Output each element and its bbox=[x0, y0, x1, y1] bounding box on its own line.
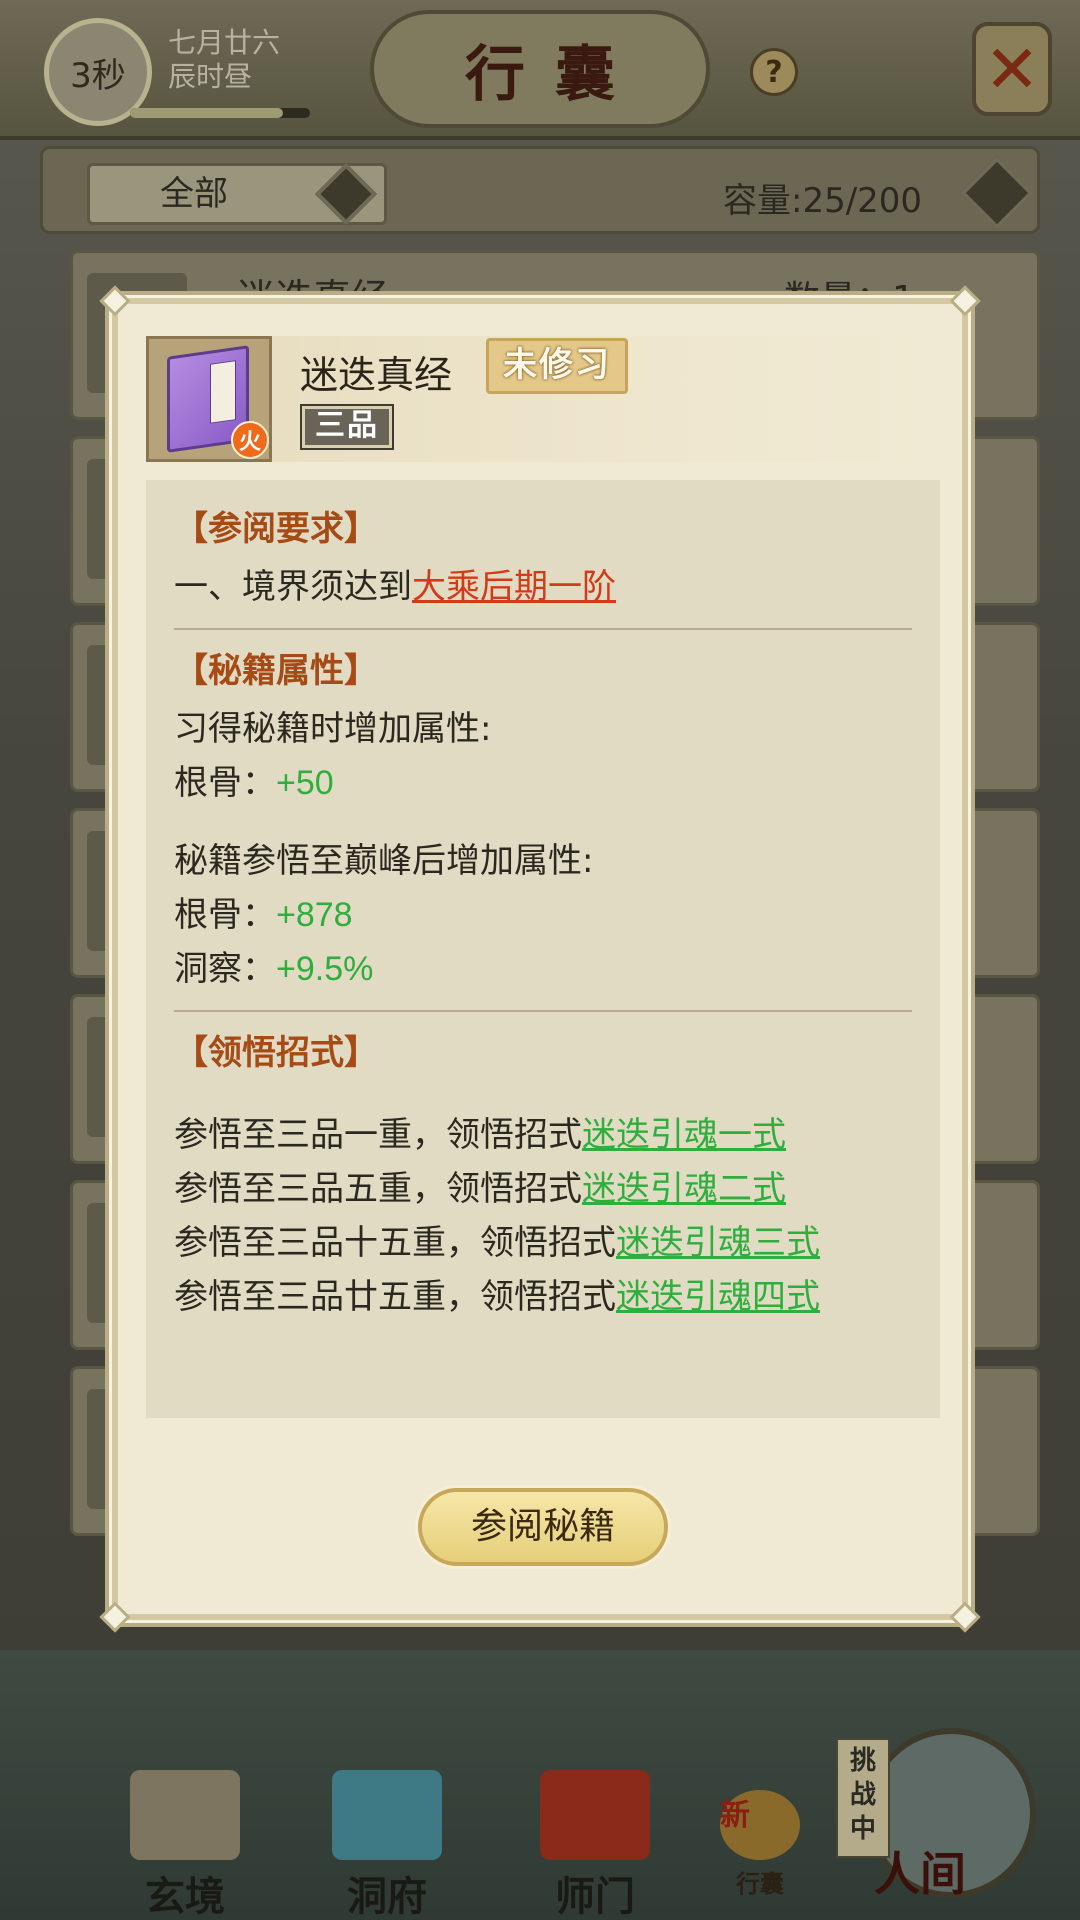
attributes-title: 【秘籍属性】 bbox=[174, 651, 378, 691]
category-filter-value: 全部 bbox=[160, 174, 228, 214]
dropdown-diamond-icon bbox=[314, 162, 378, 226]
move-row: 参悟至三品五重，领悟招式迷迭引魂二式 bbox=[174, 1162, 912, 1216]
peak-attr-label: 秘籍参悟至巅峰后增加属性: bbox=[174, 841, 594, 881]
renjian-label: 人间 bbox=[874, 1847, 966, 1901]
close-icon[interactable]: ✕ bbox=[972, 22, 1052, 116]
attr-name: 洞察： bbox=[174, 949, 276, 989]
book-name: 迷迭真经 bbox=[300, 353, 453, 397]
banner-icon bbox=[540, 1770, 650, 1860]
move-link[interactable]: 迷迭引魂四式 bbox=[616, 1277, 820, 1317]
book-icon: 火 bbox=[146, 336, 272, 462]
time-progress-bar bbox=[130, 108, 310, 118]
scroll-icon bbox=[130, 1770, 240, 1860]
move-link[interactable]: 迷迭引魂三式 bbox=[616, 1223, 820, 1263]
move-link[interactable]: 迷迭引魂二式 bbox=[582, 1169, 786, 1209]
date-line-2: 辰时昼 bbox=[168, 60, 253, 93]
section-divider bbox=[174, 628, 912, 630]
nav-xuanjing[interactable]: 玄境 bbox=[110, 1770, 260, 1920]
nav-label: 洞府 bbox=[347, 1873, 427, 1920]
nav-xingnang[interactable]: 行囊 bbox=[700, 1770, 820, 1899]
realm-link[interactable]: 大乘后期一阶 bbox=[412, 567, 616, 607]
move-row: 参悟至三品一重，领悟招式迷迭引魂一式 bbox=[174, 1108, 912, 1162]
move-link[interactable]: 迷迭引魂一式 bbox=[582, 1115, 786, 1155]
section-divider bbox=[174, 1010, 912, 1012]
attr-row: 根骨：+50 bbox=[174, 756, 912, 810]
capacity-text: 容量:25/200 bbox=[723, 181, 923, 221]
pavilion-icon bbox=[332, 1770, 442, 1860]
move-row: 参悟至三品十五重，领悟招式迷迭引魂三式 bbox=[174, 1216, 912, 1270]
category-filter-select[interactable]: 全部 bbox=[87, 162, 387, 226]
bottom-nav: 玄境 洞府 师门 行囊 新 挑战中 人间 bbox=[0, 1650, 1080, 1920]
move-prefix: 参悟至三品一重，领悟招式 bbox=[174, 1115, 582, 1155]
attr-value: +9.5% bbox=[276, 950, 374, 988]
nav-dongfu[interactable]: 洞府 bbox=[312, 1770, 462, 1920]
requirements-title: 【参阅要求】 bbox=[174, 509, 378, 549]
requirement-prefix: 一、境界须达到 bbox=[174, 567, 412, 607]
nav-label: 行囊 bbox=[736, 1869, 784, 1898]
fire-element-badge: 火 bbox=[231, 421, 269, 459]
date-line-1: 七月廿六 bbox=[168, 26, 281, 59]
moves-title: 【领悟招式】 bbox=[174, 1033, 378, 1073]
expand-capacity-icon[interactable] bbox=[960, 156, 1034, 230]
attr-row: 洞察：+9.5% bbox=[174, 942, 912, 996]
requirement-line: 一、境界须达到大乘后期一阶 bbox=[174, 560, 912, 614]
attr-row: 根骨：+878 bbox=[174, 888, 912, 942]
book-label-slip bbox=[210, 360, 236, 424]
top-bar: 3秒 七月廿六 辰时昼 行囊 ? ✕ bbox=[0, 0, 1080, 140]
filter-bar: 全部 容量:25/200 bbox=[40, 146, 1040, 234]
move-prefix: 参悟至三品五重，领悟招式 bbox=[174, 1169, 582, 1209]
learn-attr-label: 习得秘籍时增加属性: bbox=[174, 709, 492, 749]
attr-name: 根骨： bbox=[174, 763, 276, 803]
page-title: 行囊 bbox=[370, 10, 710, 128]
attr-value: +50 bbox=[276, 764, 334, 802]
nav-label: 师门 bbox=[555, 1873, 635, 1920]
book-detail-modal: 火 迷迭真经 未修习 三品 【参阅要求】 一、境界须达到大乘后期一阶 【秘籍属性… bbox=[99, 285, 981, 1633]
help-button[interactable]: ? bbox=[750, 48, 798, 96]
nav-shimen[interactable]: 师门 bbox=[520, 1770, 670, 1920]
book-header: 火 迷迭真经 未修习 三品 bbox=[146, 336, 946, 462]
move-prefix: 参悟至三品廿五重，领悟招式 bbox=[174, 1277, 616, 1317]
time-progress-fill bbox=[130, 108, 283, 118]
read-book-button[interactable]: 参阅秘籍 bbox=[418, 1488, 668, 1566]
grade-badge: 三品 bbox=[300, 404, 394, 450]
game-date: 七月廿六 辰时昼 bbox=[168, 26, 280, 94]
move-prefix: 参悟至三品十五重，领悟招式 bbox=[174, 1223, 616, 1263]
attr-value: +878 bbox=[276, 896, 353, 934]
status-badge: 未修习 bbox=[486, 338, 628, 394]
new-badge: 新 bbox=[720, 1798, 750, 1833]
nav-label: 玄境 bbox=[145, 1873, 225, 1920]
detail-panel[interactable]: 【参阅要求】 一、境界须达到大乘后期一阶 【秘籍属性】 习得秘籍时增加属性: 根… bbox=[146, 480, 940, 1418]
attr-name: 根骨： bbox=[174, 895, 276, 935]
move-row: 参悟至三品廿五重，领悟招式迷迭引魂四式 bbox=[174, 1270, 912, 1324]
